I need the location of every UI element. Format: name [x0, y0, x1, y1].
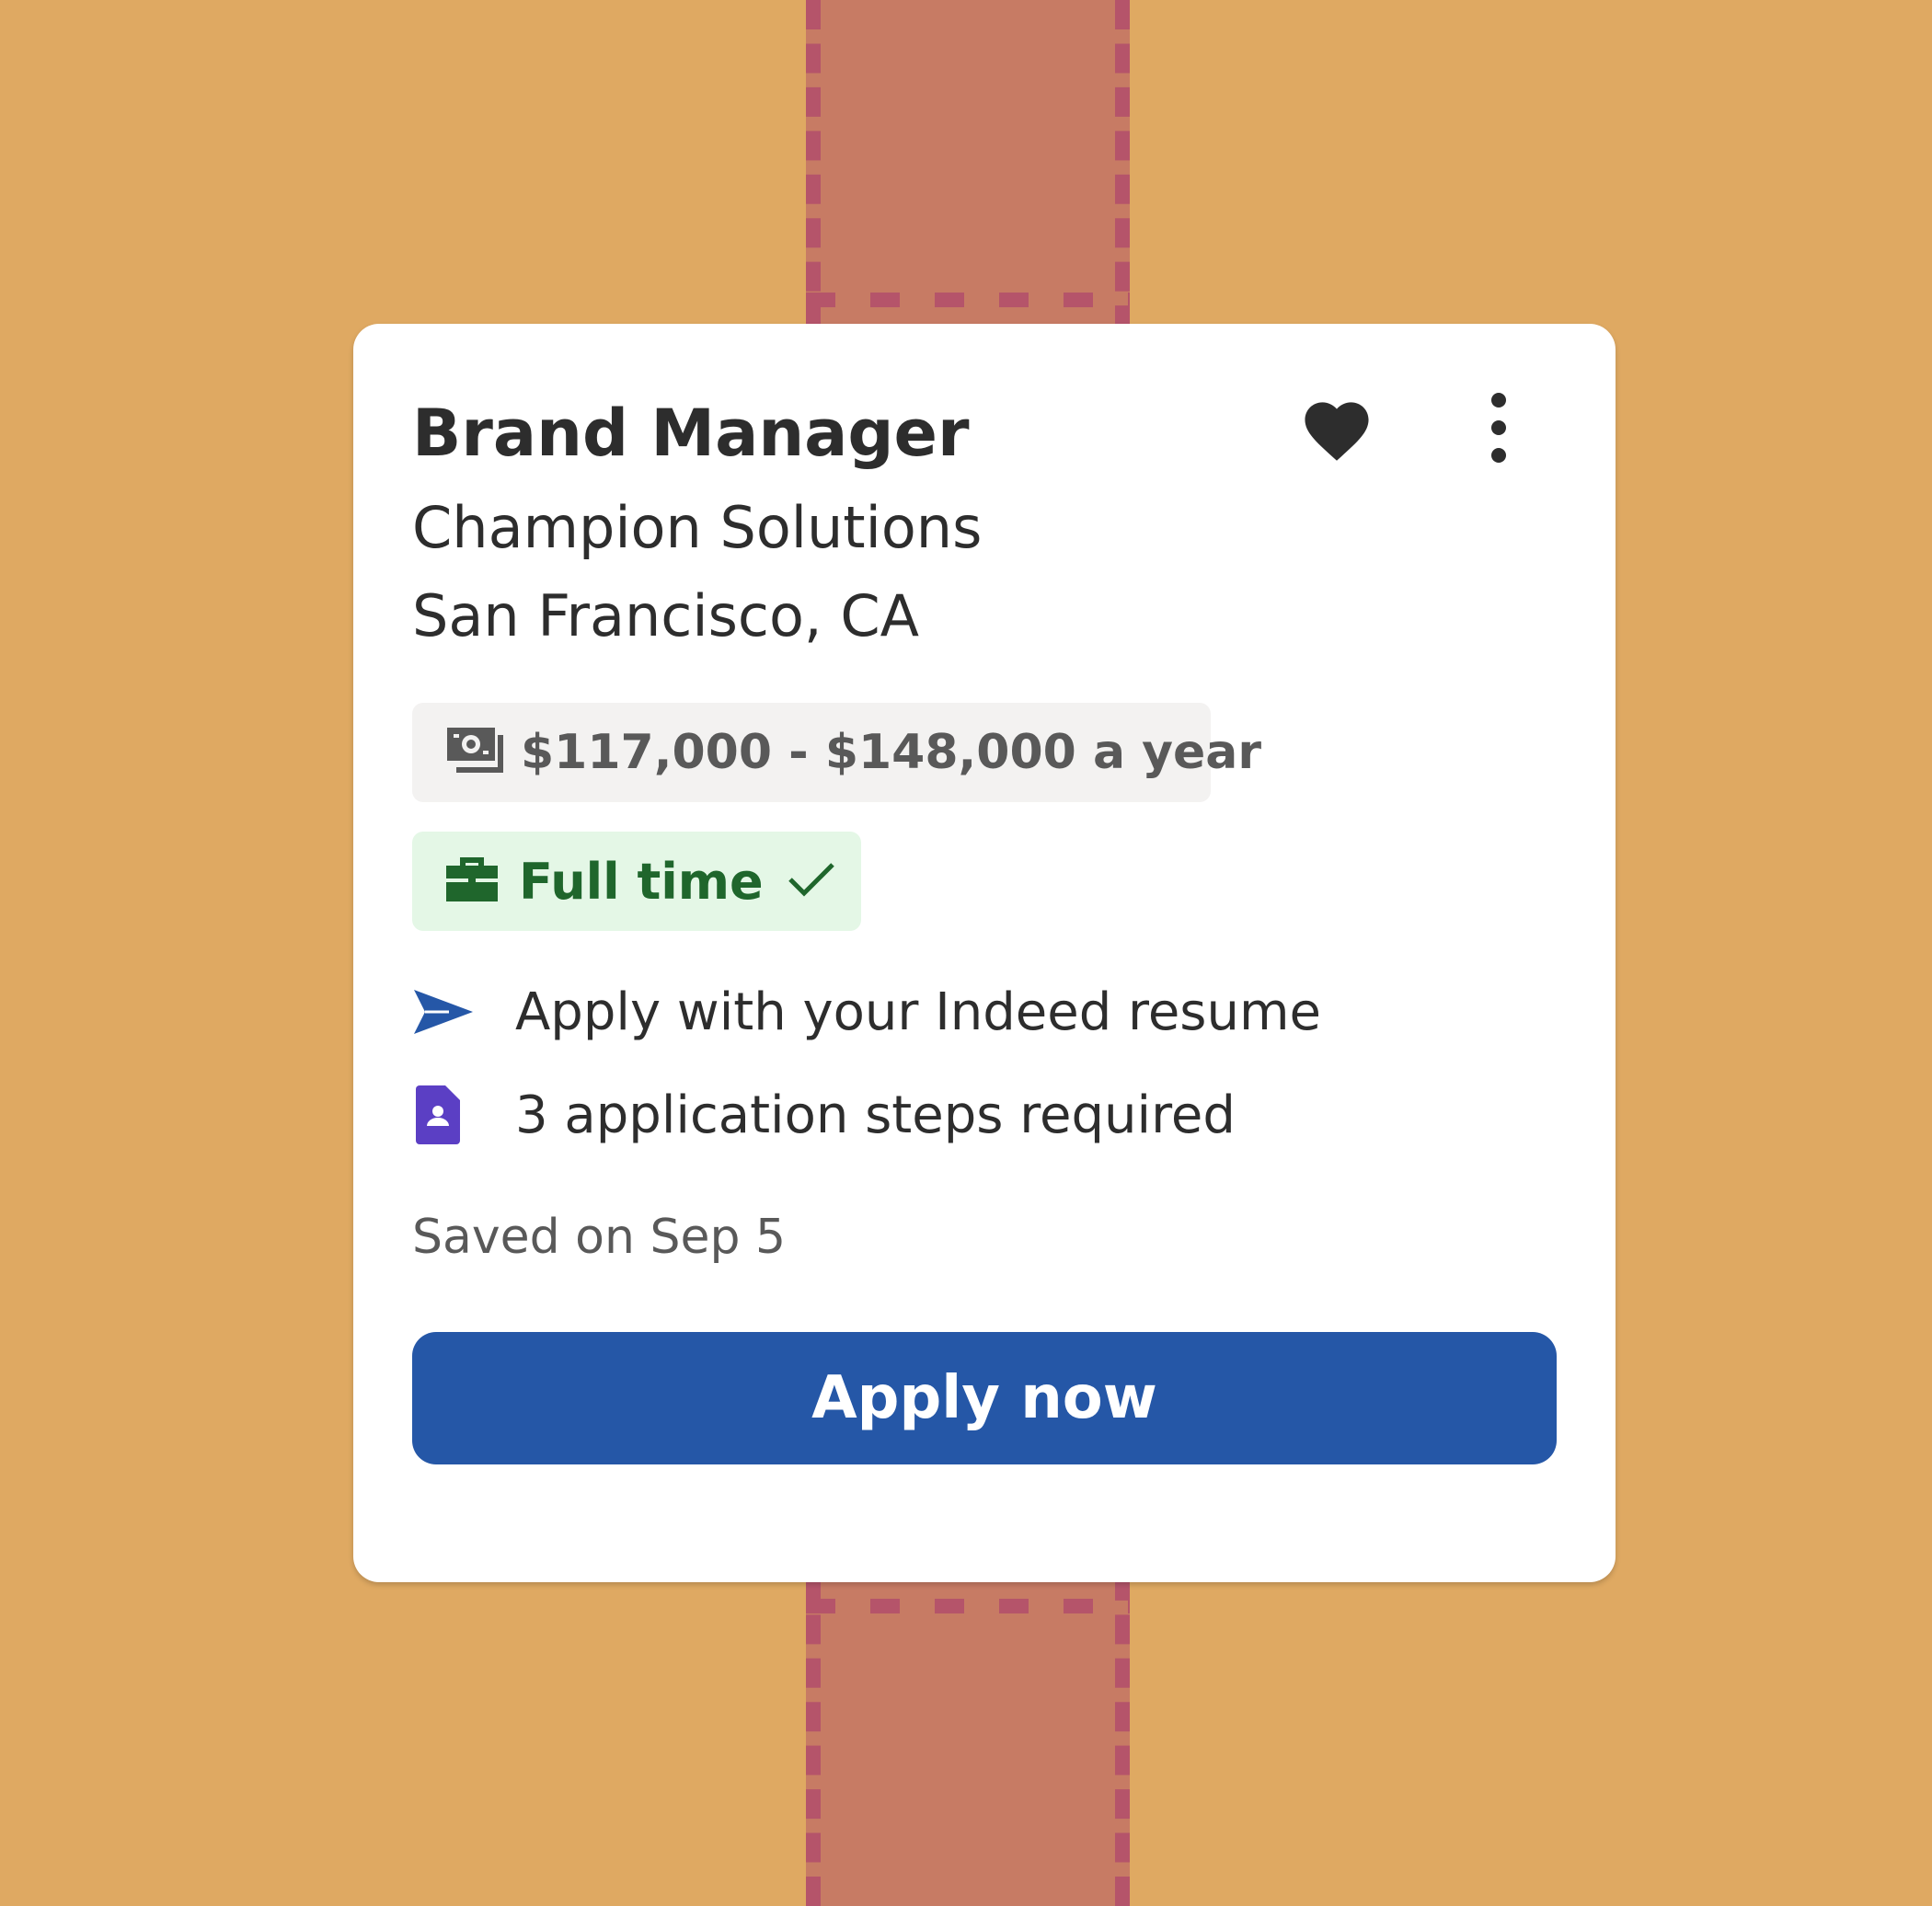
job-type-tag[interactable]: Full time	[412, 832, 861, 931]
company-name: Champion Solutions	[412, 494, 983, 561]
heart-icon	[1298, 393, 1375, 466]
salary-tag: $117,000 - $148,000 a year	[412, 703, 1261, 802]
application-steps-text: 3 application steps required	[515, 1085, 1236, 1145]
resume-document-icon	[412, 1084, 486, 1146]
money-icon	[445, 726, 506, 779]
salary-label: $117,000 - $148,000 a year	[521, 725, 1262, 780]
more-options-button[interactable]	[1466, 388, 1531, 471]
more-vertical-icon	[1489, 393, 1508, 466]
check-icon	[788, 861, 835, 901]
saved-date: Saved on Sep 5	[412, 1210, 787, 1265]
job-title[interactable]: Brand Manager	[412, 392, 970, 475]
apply-method-text: Apply with your Indeed resume	[515, 982, 1321, 1042]
apply-method-row: Apply with your Indeed resume	[412, 975, 1321, 1049]
job-type-label: Full time	[519, 852, 764, 911]
ribbon-band-top	[806, 293, 1130, 307]
job-card[interactable]: Brand Manager Champion Solutions San Fra…	[353, 324, 1616, 1582]
apply-now-button[interactable]: Apply now	[412, 1332, 1557, 1464]
briefcase-icon	[445, 856, 499, 906]
send-icon	[412, 988, 486, 1036]
save-job-button[interactable]	[1295, 388, 1378, 471]
application-steps-row: 3 application steps required	[412, 1078, 1236, 1152]
job-location: San Francisco, CA	[412, 582, 920, 649]
ribbon-band-bottom	[806, 1599, 1130, 1613]
